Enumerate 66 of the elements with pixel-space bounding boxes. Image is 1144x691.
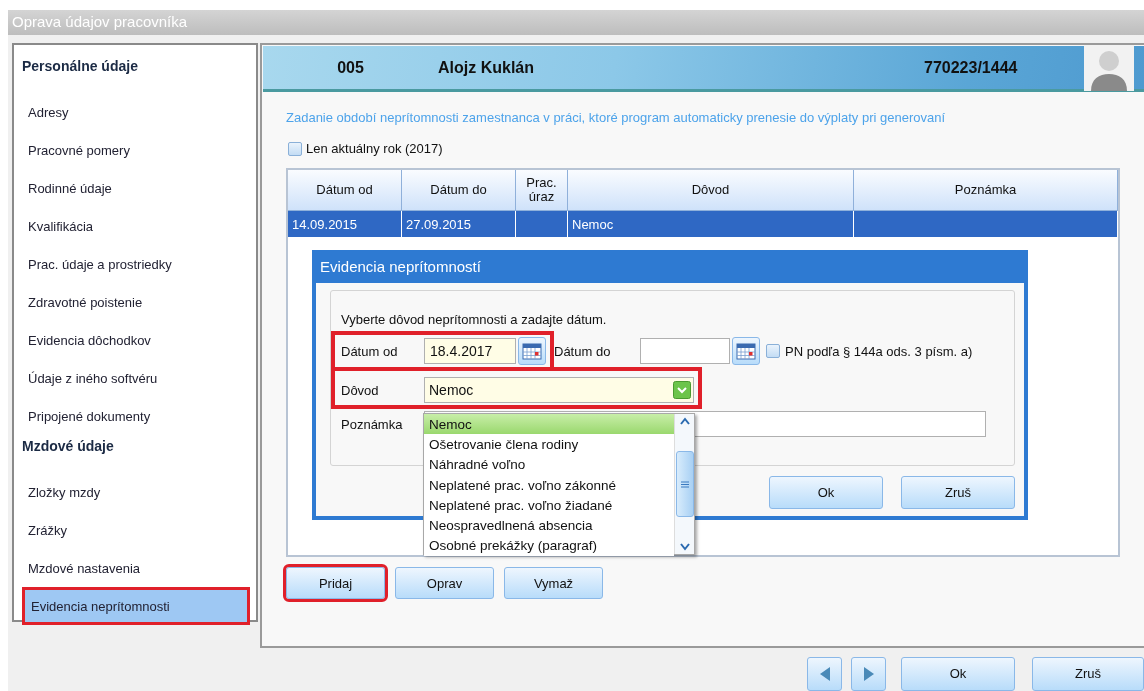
next-button[interactable] (851, 656, 886, 691)
scrollbar[interactable] (674, 414, 694, 554)
column-header[interactable]: Dátum do (402, 170, 516, 211)
sidebar-item[interactable]: Zdravotné poistenie (22, 283, 250, 321)
calendar-icon (736, 342, 756, 360)
date-field[interactable] (640, 338, 730, 364)
calendar-icon (522, 342, 542, 360)
date-field[interactable]: 18.4.2017 (424, 338, 516, 364)
sidebar-item[interactable]: Zrážky (22, 511, 250, 549)
right-triangle-icon (862, 665, 875, 682)
sidebar-item[interactable]: Prac. údaje a prostriedky (22, 245, 250, 283)
table-cell: Nemoc (568, 211, 854, 237)
sidebar-item[interactable]: Údaje z iného softvéru (22, 359, 250, 397)
field-label: Dátum do (554, 343, 612, 359)
action-button[interactable]: Oprav (395, 567, 494, 599)
sidebar-item[interactable]: Evidencia dôchodkov (22, 321, 250, 359)
checkbox-label: Len aktuálny rok (2017) (306, 141, 443, 156)
footer-button[interactable]: Ok (901, 656, 1015, 691)
checkbox-label: PN podľa § 144a ods. 3 písm. a) (785, 343, 973, 359)
footer-button[interactable]: Zruš (1032, 656, 1144, 691)
field-label: Dôvod (341, 382, 380, 398)
dropdown-option[interactable]: Osobné prekážky (paragraf) (424, 535, 674, 557)
action-button[interactable]: Pridaj (286, 567, 385, 599)
column-header[interactable]: Prac. úraz (516, 170, 568, 211)
sidebar-item[interactable]: Pripojené dokumenty (22, 397, 250, 435)
sidebar-item[interactable]: Kvalifikácia (22, 207, 250, 245)
dropdown-option[interactable]: Nemoc (424, 414, 674, 435)
sidebar-item[interactable]: Adresy (22, 93, 250, 131)
table-cell (516, 211, 568, 237)
grip-icon (680, 480, 689, 488)
employee-number: 005 (336, 58, 365, 77)
employee-id: 770223/1444 (924, 58, 1019, 77)
description-text: Zadanie období neprítomnosti zamestnanca v práci, ktoré program automaticky prenesie do výplaty pri generovaní (286, 110, 947, 125)
field-label: Poznámka (341, 416, 404, 432)
column-header[interactable]: Dátum od (288, 170, 402, 211)
employee-name: Alojz Kuklán (438, 58, 535, 77)
section-heading: Mzdové údaje (22, 437, 115, 456)
sidebar-item[interactable]: Rodinné údaje (22, 169, 250, 207)
window-title: Oprava údajov pracovníka (8, 10, 1144, 35)
sidebar-item[interactable]: Mzdové nastavenia (22, 549, 250, 587)
dropdown-value: Nemoc (429, 382, 474, 398)
dialog-button[interactable]: Ok (769, 476, 883, 509)
left-triangle-icon (818, 665, 831, 682)
table-cell: 27.09.2015 (402, 211, 516, 237)
action-button[interactable]: Vymaž (504, 567, 603, 599)
column-header[interactable]: Dôvod (568, 170, 854, 211)
sidebar-item[interactable]: Zložky mzdy (22, 473, 250, 511)
calendar-button[interactable] (732, 337, 760, 365)
chevron-down-icon (673, 381, 691, 399)
previous-button[interactable] (807, 656, 842, 691)
scroll-thumb[interactable] (675, 451, 694, 517)
checkbox[interactable] (288, 141, 302, 156)
column-header[interactable]: Poznámka (854, 170, 1118, 211)
chevron-up-icon (678, 416, 691, 426)
table-cell: 14.09.2015 (288, 211, 402, 237)
dialog-title: Evidencia neprítomností (319, 257, 482, 277)
chevron-down-icon (678, 542, 691, 552)
dialog-button[interactable]: Zruš (901, 476, 1015, 509)
sidebar-item[interactable]: Evidencia neprítomnosti (22, 587, 250, 625)
field-label: Dátum od (341, 343, 399, 359)
reason-dropdown[interactable]: Nemoc (424, 377, 694, 403)
sidebar-item[interactable]: Pracovné pomery (22, 131, 250, 169)
instruction-text: Vyberte dôvod neprítomnosti a zadajte dátum. (340, 312, 608, 327)
calendar-button[interactable] (518, 337, 546, 365)
section-heading: Personálne údaje (22, 57, 139, 76)
checkbox[interactable] (766, 344, 780, 358)
